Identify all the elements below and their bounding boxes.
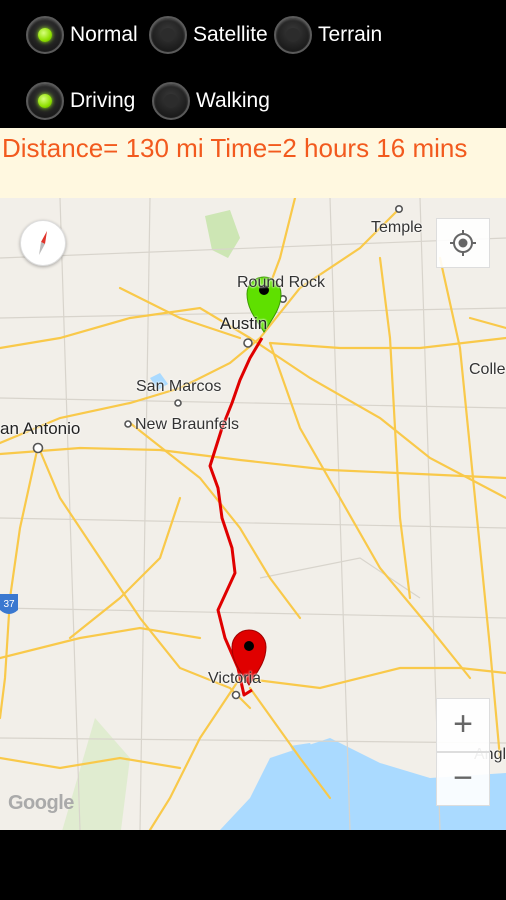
radio-walking[interactable]: Walking bbox=[152, 82, 270, 120]
google-attribution: Google bbox=[8, 792, 74, 814]
zoom-in-button[interactable]: + bbox=[436, 698, 490, 752]
map-view[interactable]: 37 Temple Round Rock Austin Colle San Ma… bbox=[0, 198, 506, 830]
city-dot-san-marcos bbox=[174, 399, 182, 407]
map-label-temple: Temple bbox=[371, 219, 423, 236]
radio-satellite[interactable]: Satellite bbox=[149, 16, 268, 54]
highway-shield-icon: 37 bbox=[0, 594, 18, 614]
radio-satellite-indicator bbox=[149, 16, 187, 54]
map-label-college: Colle bbox=[469, 361, 506, 378]
radio-terrain-indicator bbox=[274, 16, 312, 54]
zoom-out-button[interactable]: − bbox=[436, 752, 490, 806]
compass-button[interactable] bbox=[20, 220, 66, 266]
city-dot-victoria bbox=[231, 690, 241, 700]
map-label-san-antonio: an Antonio bbox=[0, 419, 81, 438]
radio-walking-label: Walking bbox=[196, 89, 270, 112]
map-label-austin: Austin bbox=[220, 314, 268, 333]
radio-satellite-label: Satellite bbox=[193, 23, 268, 46]
my-location-icon bbox=[450, 230, 476, 256]
city-dot-austin bbox=[243, 338, 253, 348]
options-panel: Normal Satellite Terrain Driving Walking bbox=[0, 0, 506, 128]
city-dot-san-antonio bbox=[32, 442, 44, 454]
compass-icon bbox=[39, 231, 47, 255]
bottom-bar bbox=[0, 830, 506, 900]
radio-driving-indicator bbox=[26, 82, 64, 120]
map-label-new-braunfels: New Braunfels bbox=[135, 416, 240, 433]
svg-text:37: 37 bbox=[3, 599, 15, 610]
map-label-round-rock: Round Rock bbox=[237, 274, 326, 291]
radio-terrain[interactable]: Terrain bbox=[274, 16, 382, 54]
city-dot-temple bbox=[394, 205, 403, 214]
map-label-victoria: Victoria bbox=[208, 670, 262, 687]
radio-normal-indicator bbox=[26, 16, 64, 54]
map-label-san-marcos: San Marcos bbox=[136, 378, 222, 395]
radio-walking-indicator bbox=[152, 82, 190, 120]
radio-terrain-label: Terrain bbox=[318, 23, 383, 46]
radio-driving-label: Driving bbox=[70, 89, 136, 112]
map-canvas: 37 bbox=[0, 198, 506, 830]
park-area bbox=[205, 210, 240, 258]
radio-normal[interactable]: Normal bbox=[26, 16, 138, 54]
route-info: Distance= 130 mi Time=2 hours 16 mins bbox=[0, 128, 506, 198]
my-location-button[interactable] bbox=[436, 218, 490, 268]
radio-normal-label: Normal bbox=[70, 23, 138, 46]
radio-driving[interactable]: Driving bbox=[26, 82, 135, 120]
city-dot-new-braunfels bbox=[124, 420, 132, 428]
